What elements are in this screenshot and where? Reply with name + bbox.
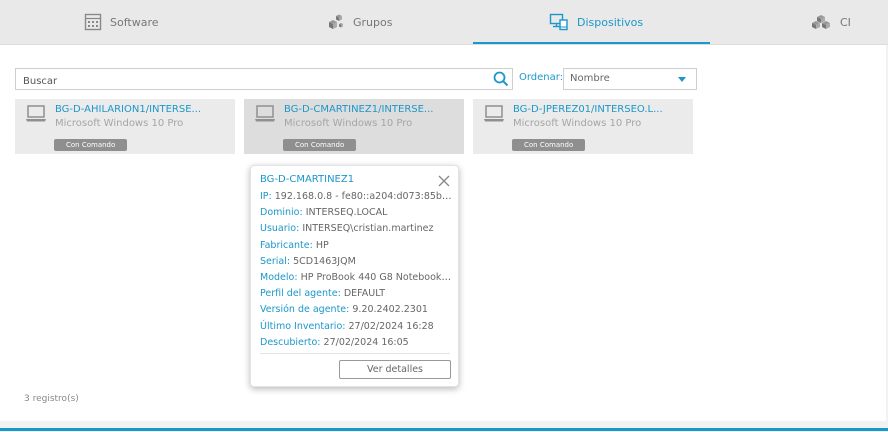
detail-key: Fabricante: [260, 239, 313, 251]
tab-grupos-label: Grupos [353, 15, 393, 29]
status-badge: Con Comando [54, 139, 128, 151]
active-tab-indicator [473, 42, 710, 44]
device-card[interactable]: BG-D-CMARTINEZ1/INTERSE... Microsoft Win… [244, 99, 464, 154]
detail-value: 27/02/2024 16:28 [348, 320, 434, 332]
detail-discovered: Descubierto: 27/02/2024 16:05 [260, 335, 452, 351]
detail-key: IP: [260, 191, 272, 202]
detail-value: INTERSEQ.LOCAL [305, 207, 388, 219]
tab-ci[interactable]: CI [810, 0, 851, 44]
laptop-icon [25, 104, 47, 128]
tab-ci-label: CI [840, 15, 851, 29]
search-icon[interactable] [493, 71, 509, 91]
detail-value: 27/02/2024 16:05 [323, 336, 409, 348]
device-name: BG-D-CMARTINEZ1/INTERSE... [284, 104, 434, 115]
detail-model: Modelo: HP ProBook 440 G8 Notebook ... [260, 270, 452, 286]
sort-label: Ordenar: [519, 72, 564, 83]
detail-key: Último Inventario: [260, 320, 346, 332]
detail-value: 5CD1463JQM [293, 255, 356, 267]
detail-value: 9.20.2402.2301 [352, 304, 428, 316]
detail-last-inventory: Último Inventario: 27/02/2024 16:28 [260, 319, 452, 335]
device-card[interactable]: BG-D-AHILARION1/INTERSE... Microsoft Win… [15, 99, 235, 154]
detail-value: INTERSEQ\cristian.martinez [302, 223, 434, 235]
tab-software[interactable]: Software [84, 0, 159, 44]
device-name: BG-D-AHILARION1/INTERSE... [55, 104, 202, 115]
status-badge: Con Comando [512, 139, 586, 151]
detail-manufacturer: Fabricante: HP [260, 238, 452, 254]
laptop-icon [483, 104, 505, 128]
detail-agent-version: Versión de agente: 9.20.2402.2301 [260, 302, 452, 318]
detail-key: Usuario: [260, 223, 300, 235]
detail-domain: Dominio: INTERSEQ.LOCAL [260, 205, 452, 221]
caret-down-icon [678, 77, 686, 82]
detail-key: Perfil del agente: [260, 288, 341, 300]
detail-key: Descubierto: [260, 336, 321, 348]
tab-dispositivos-label: Dispositivos [577, 15, 644, 29]
device-os: Microsoft Windows 10 Pro [513, 118, 642, 129]
tab-dispositivos[interactable]: Dispositivos [549, 0, 643, 44]
detail-key: Dominio: [260, 207, 303, 219]
detail-value: HP ProBook 440 G8 Notebook ... [300, 271, 452, 283]
tab-software-label: Software [110, 15, 159, 29]
calculator-icon [84, 13, 102, 31]
detail-serial: Serial: 5CD1463JQM [260, 254, 452, 270]
cubes-icon [325, 13, 345, 31]
detail-user: Usuario: INTERSEQ\cristian.martinez [260, 221, 452, 237]
detail-key: Modelo: [260, 271, 298, 283]
detail-list: IP: 192.168.0.8 - fe80::a204:d073:85be:.… [260, 189, 452, 351]
device-details-popup: BG-D-CMARTINEZ1 IP: 192.168.0.8 - fe80::… [250, 165, 459, 387]
status-badge: Con Comando [283, 139, 357, 151]
laptop-icon [254, 104, 276, 128]
record-count: 3 registro(s) [24, 394, 79, 404]
view-details-button[interactable]: Ver detalles [339, 360, 451, 379]
device-name: BG-D-JPEREZ01/INTERSEO.L... [513, 104, 663, 115]
device-card[interactable]: BG-D-JPEREZ01/INTERSEO.L... Microsoft Wi… [473, 99, 693, 154]
detail-key: Versión de agente: [260, 304, 350, 316]
popup-title: BG-D-CMARTINEZ1 [260, 174, 355, 185]
device-os: Microsoft Windows 10 Pro [55, 118, 184, 129]
sort-selected-value: Nombre [570, 73, 610, 84]
tab-bar: Software Grupos Dispositivos CI [0, 0, 888, 45]
detail-value: DEFAULT [343, 288, 385, 300]
popup-divider [260, 353, 450, 354]
detail-ip: IP: 192.168.0.8 - fe80::a204:d073:85be:.… [260, 189, 452, 205]
devices-icon [549, 13, 569, 31]
detail-value: HP [315, 239, 329, 251]
bottom-accent-line [0, 428, 888, 431]
tab-grupos[interactable]: Grupos [325, 0, 392, 44]
boxes-icon [810, 13, 832, 31]
detail-agent-profile: Perfil del agente: DEFAULT [260, 286, 452, 302]
device-os: Microsoft Windows 10 Pro [284, 118, 413, 129]
detail-key: Serial: [260, 255, 291, 267]
search-box [15, 68, 513, 92]
sort-dropdown[interactable]: Nombre [563, 68, 697, 90]
detail-value: 192.168.0.8 - fe80::a204:d073:85be:... [274, 191, 452, 202]
search-input[interactable] [16, 71, 483, 92]
